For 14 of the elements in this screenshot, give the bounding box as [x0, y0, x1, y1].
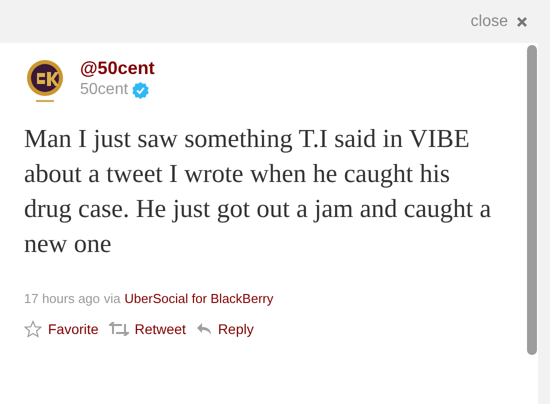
- avatar: [24, 59, 66, 105]
- scrollbar-thumb[interactable]: [527, 45, 537, 355]
- username: 50cent: [80, 80, 128, 100]
- via-label: via: [104, 290, 121, 308]
- reply-button[interactable]: Reply: [196, 318, 254, 340]
- retweet-icon: [108, 322, 129, 336]
- close-icon: [516, 16, 528, 28]
- favorite-button[interactable]: Favorite: [24, 318, 99, 340]
- retweet-button[interactable]: Retweet: [108, 318, 186, 340]
- reply-icon: [196, 321, 212, 337]
- tweet-text: Man I just saw something T.I said in VIBE about a tweet I wrote when he caught his drug case. He just got out a jam and caught a new one: [24, 123, 492, 260]
- star-icon: [24, 320, 42, 338]
- display-name[interactable]: @50cent: [80, 57, 155, 79]
- source-link[interactable]: UberSocial for BlackBerry: [124, 289, 274, 308]
